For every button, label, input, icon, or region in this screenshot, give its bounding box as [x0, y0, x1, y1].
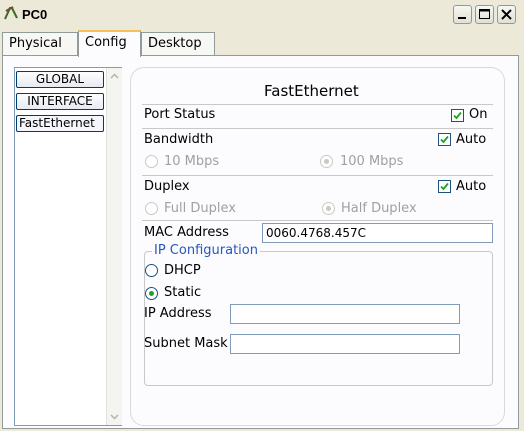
title-bar: PC0 [0, 0, 524, 30]
static-label: Static [164, 285, 202, 300]
chevron-up-icon [110, 73, 119, 79]
ip-configuration-title: IP Configuration [152, 243, 260, 258]
full-duplex-label: Full Duplex [164, 201, 236, 216]
chevron-down-icon [110, 414, 119, 420]
pc-app-icon [4, 6, 18, 20]
half-duplex-radio[interactable] [322, 202, 335, 215]
bandwidth-10mbps-radio[interactable] [145, 155, 158, 168]
dhcp-label: DHCP [164, 263, 201, 278]
mac-address-label: MAC Address [144, 225, 229, 240]
subnet-mask-field[interactable] [230, 334, 460, 354]
ip-address-field[interactable] [230, 304, 460, 324]
maximize-icon [479, 9, 490, 19]
static-radio[interactable] [145, 287, 158, 300]
tab-bar: Physical Config Desktop [0, 30, 524, 57]
checkmark-icon [453, 111, 462, 120]
window-title: PC0 [22, 7, 48, 22]
close-icon [501, 9, 512, 20]
sidebar-item-global[interactable]: GLOBAL [16, 71, 104, 88]
checkmark-icon [440, 182, 449, 191]
divider [142, 220, 493, 221]
ip-address-label: IP Address [144, 306, 212, 321]
tab-config[interactable]: Config [78, 30, 141, 57]
mac-address-field[interactable]: 0060.4768.457C [262, 223, 493, 243]
bandwidth-auto-label: Auto [456, 132, 487, 147]
sidebar-scrollbar[interactable] [106, 68, 122, 425]
duplex-auto-checkbox[interactable] [438, 180, 451, 193]
minimize-icon [458, 17, 466, 19]
scroll-up-button[interactable] [107, 69, 122, 84]
divider [142, 175, 493, 176]
duplex-auto-label: Auto [456, 179, 487, 194]
maximize-button[interactable] [475, 5, 494, 24]
duplex-label: Duplex [144, 179, 190, 194]
bandwidth-100mbps-label: 100 Mbps [340, 154, 404, 169]
close-button[interactable] [497, 5, 516, 24]
full-duplex-radio[interactable] [145, 202, 158, 215]
subnet-mask-label: Subnet Mask [144, 336, 228, 351]
minimize-button[interactable] [453, 5, 472, 24]
divider [142, 104, 493, 105]
bandwidth-10mbps-label: 10 Mbps [164, 154, 220, 169]
tab-physical[interactable]: Physical [2, 32, 78, 56]
checkmark-icon [440, 135, 449, 144]
port-status-label: Port Status [144, 107, 216, 122]
sidebar-item-interface[interactable]: INTERFACE [16, 93, 104, 110]
bandwidth-100mbps-radio[interactable] [320, 155, 333, 168]
sidebar-list: GLOBAL INTERFACE FastEthernet [14, 67, 122, 426]
sidebar-item-fastethernet[interactable]: FastEthernet [16, 115, 104, 132]
port-status-checkbox[interactable] [451, 109, 464, 122]
panel-heading: FastEthernet [264, 82, 359, 100]
bandwidth-auto-checkbox[interactable] [438, 133, 451, 146]
divider [142, 128, 493, 129]
port-status-on-label: On [469, 107, 488, 122]
half-duplex-label: Half Duplex [341, 201, 417, 216]
bandwidth-label: Bandwidth [144, 132, 214, 147]
scroll-down-button[interactable] [107, 409, 122, 424]
dhcp-radio[interactable] [145, 264, 158, 277]
tab-desktop[interactable]: Desktop [141, 32, 215, 56]
